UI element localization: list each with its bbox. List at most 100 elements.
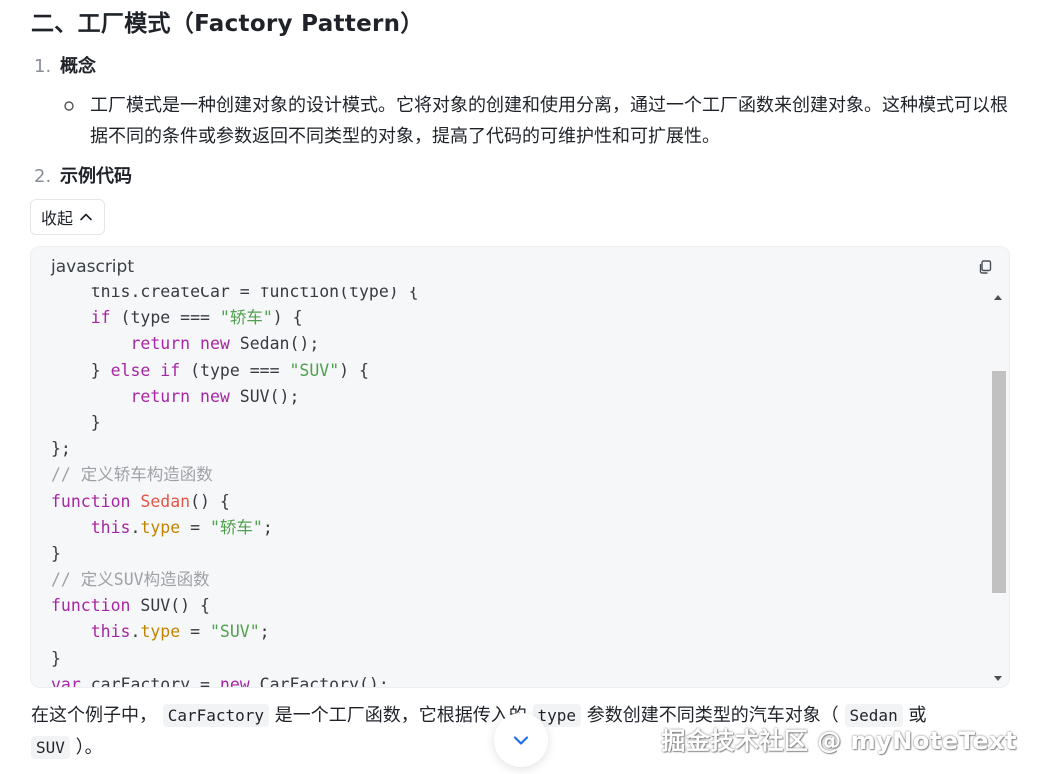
code-line: return new Sedan();	[51, 331, 419, 357]
code-token: .	[130, 622, 141, 642]
code-header: javascript	[31, 247, 1009, 287]
list-number: 1.	[34, 56, 52, 77]
code-token: return	[130, 386, 191, 406]
code-line: if (type === "轿车") {	[51, 305, 419, 331]
code-lines: this.createCar = function(type) { if (ty…	[51, 287, 419, 687]
code-token: new	[200, 334, 230, 354]
copy-icon[interactable]	[977, 259, 993, 275]
code-scrollbar[interactable]	[989, 287, 1007, 687]
code-token: return	[130, 334, 191, 354]
code-token: CarFactory();	[249, 674, 389, 687]
code-token: type	[140, 517, 181, 537]
code-token: ;	[262, 517, 273, 537]
code-line: }	[51, 541, 419, 567]
code-token: else	[110, 360, 151, 380]
article-page: 二、工厂模式（Factory Pattern） 1. 概念 工厂模式是一种创建对象…	[0, 0, 1039, 774]
scrollbar-thumb[interactable]	[992, 371, 1006, 593]
code-token: "轿车"	[210, 517, 263, 537]
collapse-button[interactable]: 收起	[30, 199, 106, 235]
code-token: .	[130, 517, 141, 537]
code-block: javascript this.createCar = function(typ…	[30, 246, 1010, 688]
code-line: };	[51, 436, 419, 462]
list-item-example-code: 2. 示例代码	[34, 162, 132, 188]
code-token: type	[140, 622, 181, 642]
code-token: ;	[259, 622, 270, 642]
scroll-up-arrow-icon[interactable]	[993, 293, 1003, 301]
code-token: this	[90, 517, 131, 537]
code-token: "轿车"	[219, 308, 273, 328]
text-span: ）。	[75, 737, 103, 758]
code-token: "SUV"	[289, 360, 340, 380]
code-token: if	[160, 360, 181, 380]
code-line: function SUV() {	[51, 593, 419, 619]
chevron-up-icon	[80, 213, 92, 221]
code-token: }	[51, 543, 61, 563]
text-span: 在这个例子中，	[31, 705, 157, 726]
code-token: new	[219, 674, 250, 687]
code-line: // 定义轿车构造函数	[51, 462, 419, 488]
code-token: =	[180, 622, 210, 642]
inline-code: CarFactory	[162, 704, 270, 727]
list-item-concept: 1. 概念	[34, 52, 96, 78]
code-token: =	[180, 517, 210, 537]
concept-paragraph: 工厂模式是一种创建对象的设计模式。它将对象的创建和使用分离，通过一个工厂函数来创…	[90, 95, 1008, 147]
code-token: ) {	[272, 308, 303, 328]
code-line: this.createCar = function(type) {	[51, 287, 419, 305]
code-line: var carFactory = new CarFactory();	[51, 672, 419, 687]
list-label: 示例代码	[60, 166, 132, 187]
inline-code: SUV	[31, 736, 70, 759]
scroll-down-button[interactable]	[494, 713, 548, 767]
chevron-down-icon	[513, 736, 529, 745]
code-token: function	[51, 596, 131, 616]
code-token: (type ===	[180, 360, 290, 380]
code-line: this.type = "轿车";	[51, 515, 419, 541]
code-token: }	[51, 360, 111, 380]
code-token: SUV();	[229, 386, 300, 406]
code-token: carFactory =	[80, 674, 220, 687]
code-token: Sedan	[140, 491, 191, 511]
code-token: new	[200, 386, 230, 406]
code-line: // 定义SUV构造函数	[51, 567, 419, 593]
code-token: if	[90, 308, 111, 328]
collapse-label: 收起	[41, 209, 74, 228]
code-line: function Sedan() {	[51, 489, 419, 515]
code-language-label: javascript	[51, 257, 134, 277]
circle-bullet-icon	[63, 100, 75, 112]
code-token: // 定义SUV构造函数	[51, 570, 210, 590]
code-line: }	[51, 646, 419, 672]
code-line: this.type = "SUV";	[51, 619, 419, 645]
section-heading: 二、工厂模式（Factory Pattern）	[31, 11, 424, 37]
code-token: ) {	[339, 360, 369, 380]
code-token: SUV() {	[130, 596, 210, 616]
code-line: return new SUV();	[51, 384, 419, 410]
list-number: 2.	[34, 166, 52, 187]
code-token: () {	[190, 491, 230, 511]
code-token: };	[51, 439, 71, 459]
code-token: // 定义轿车构造函数	[51, 465, 213, 485]
code-token: }	[51, 412, 101, 432]
code-line: }	[51, 410, 419, 436]
code-token: Sedan();	[229, 334, 320, 354]
text-span: 是一个工厂函数，它根据传入的	[274, 705, 527, 726]
code-body[interactable]: this.createCar = function(type) { if (ty…	[31, 287, 989, 687]
code-line: } else if (type === "SUV") {	[51, 358, 419, 384]
list-label: 概念	[60, 56, 96, 77]
code-token: this	[90, 622, 131, 642]
watermark: 掘金技术社区 @ myNoteText	[661, 727, 1017, 755]
code-token: var	[51, 674, 81, 687]
code-token: "SUV"	[210, 622, 260, 642]
scroll-down-arrow-icon[interactable]	[993, 675, 1003, 683]
code-token: }	[51, 648, 61, 668]
code-token: (type ===	[110, 308, 220, 328]
code-token: this.createCar = function(type) {	[51, 287, 419, 301]
code-token: function	[51, 491, 131, 511]
